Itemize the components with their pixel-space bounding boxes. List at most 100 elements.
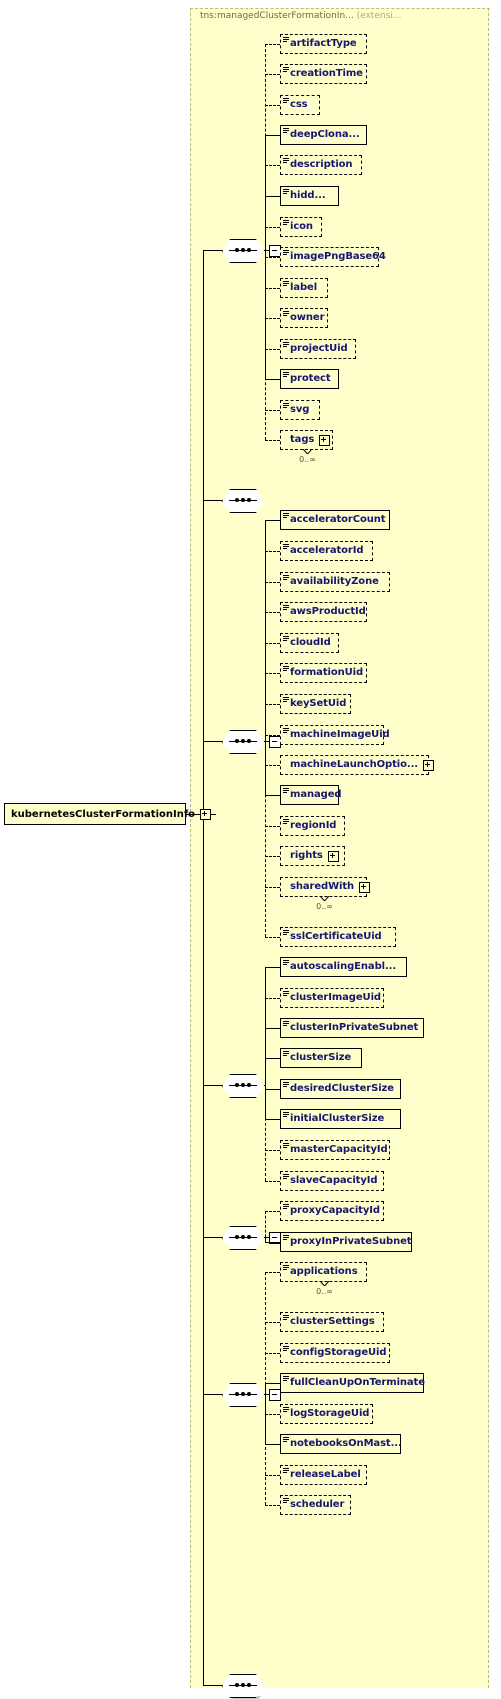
element-label: desiredClusterSize [290,1083,394,1094]
connector-line [265,520,280,521]
sequence-compositor-7[interactable] [222,1674,267,1699]
compositor-dot [235,1082,239,1087]
compositor-dot [241,247,245,252]
element-node[interactable]: clusterImageUid [280,988,386,1010]
sequence-compositor-5[interactable] [222,1226,267,1251]
element-node[interactable]: imagePngBase64 [280,247,386,269]
expand-element-icon[interactable] [328,850,339,862]
element-node[interactable]: notebooksOnMast... [280,1434,403,1456]
element-node[interactable]: autoscalingEnabl... [280,957,409,979]
connector-line [265,856,280,857]
element-node[interactable]: masterCapacityId [280,1140,392,1162]
element-node[interactable]: managed [280,785,342,807]
element-node[interactable]: clusterInPrivateSubnet [280,1018,426,1040]
connector-line [203,250,222,251]
expand-element-icon[interactable] [359,881,371,893]
element-label: sharedWith [290,881,355,892]
element-node[interactable]: keySetUid [280,694,353,716]
element-node[interactable]: clusterSettings [280,1312,386,1334]
connector-line [265,1414,280,1415]
element-label: applications [290,1266,358,1277]
element-content-icon [283,1436,289,1443]
element-node[interactable]: applications [280,1262,369,1284]
sequence-compositor-2[interactable] [222,489,267,514]
element-node[interactable]: fullCleanUpOnTerminate [280,1373,426,1395]
element-node[interactable]: machineLaunchOptio... [280,755,434,777]
sequence-compositor-1[interactable] [222,239,267,264]
sequence-compositor-4[interactable] [222,1074,267,1099]
element-node[interactable]: machineImageUid [280,725,390,747]
element-node[interactable]: availabilityZone [280,572,392,594]
element-node[interactable]: cloudId [280,633,341,655]
element-content-icon [283,249,289,256]
connector-line [203,1685,222,1686]
extension-type-name: tns:managedClusterFormationIn... [200,11,354,21]
compositor-dot [247,497,251,502]
element-node[interactable]: tags [280,430,335,452]
element-content-icon [283,665,289,672]
element-node[interactable]: protect [280,369,341,391]
compositor-dot [241,1082,245,1087]
element-node[interactable]: configStorageUid [280,1343,392,1365]
element-node[interactable]: clusterSize [280,1048,364,1070]
connector-line [265,318,280,319]
element-node[interactable]: hidd... [280,186,341,208]
connector-line [265,1028,280,1029]
element-node[interactable]: regionId [280,816,347,838]
connector-line [265,551,280,552]
element-content-icon [283,157,289,164]
element-node[interactable]: deepClona... [280,125,369,147]
cardinality-label: 0..∞ [299,455,316,464]
sequence-compositor-3[interactable] [222,730,267,755]
element-node[interactable]: sharedWith [280,877,371,899]
element-node[interactable]: sslCertificateUid [280,927,398,949]
element-label: proxyCapacityId [290,1205,380,1216]
element-label: css [290,99,308,110]
element-node[interactable]: label [280,278,330,300]
element-content-icon [283,727,289,734]
element-label: keySetUid [290,698,347,709]
element-node[interactable]: owner [280,308,330,330]
element-node[interactable]: projectUid [280,339,358,361]
element-content-icon [283,929,289,936]
element-node[interactable]: slaveCapacityId [280,1171,386,1193]
element-node[interactable]: desiredClusterSize [280,1079,403,1101]
compositor-dot [235,738,239,743]
element-content-icon [283,341,289,348]
element-content-icon [283,1020,289,1027]
connector-line [265,1444,280,1445]
element-node[interactable]: releaseLabel [280,1465,369,1487]
element-node[interactable]: proxyCapacityId [280,1201,386,1223]
element-label: owner [290,312,325,323]
element-node[interactable]: description [280,155,364,177]
element-node[interactable]: artifactType [280,34,369,56]
element-label: slaveCapacityId [290,1175,378,1186]
element-label: protect [290,373,331,384]
element-node[interactable]: acceleratorCount [280,510,392,532]
element-node[interactable]: formationUid [280,663,369,685]
element-node[interactable]: css [280,95,322,117]
expand-element-icon[interactable] [319,434,331,446]
connector-line [265,1322,280,1323]
connector-line [265,1383,280,1384]
element-node[interactable]: logStorageUid [280,1404,375,1426]
connector-line [203,1394,222,1395]
expand-root-icon[interactable] [200,808,212,820]
root-element-node[interactable]: kubernetesClusterFormationInfo [4,803,212,827]
compositor-dot [247,1391,251,1396]
element-node[interactable]: scheduler [280,1495,353,1517]
connector-line [265,1242,280,1243]
connector-line [265,257,280,258]
element-node[interactable]: icon [280,217,324,239]
element-node[interactable]: rights [280,846,347,868]
element-node[interactable]: initialClusterSize [280,1109,403,1131]
expand-element-icon[interactable] [422,759,434,771]
element-content-icon [283,1375,289,1382]
element-node[interactable]: svg [280,400,322,422]
sequence-compositor-6[interactable] [222,1383,267,1408]
element-node[interactable]: awsProductId [280,602,369,624]
element-node[interactable]: proxyInPrivateSubnet [280,1232,414,1254]
element-node[interactable]: acceleratorId [280,541,375,563]
element-node[interactable]: creationTime [280,64,369,86]
compositor-dot [241,1234,245,1239]
